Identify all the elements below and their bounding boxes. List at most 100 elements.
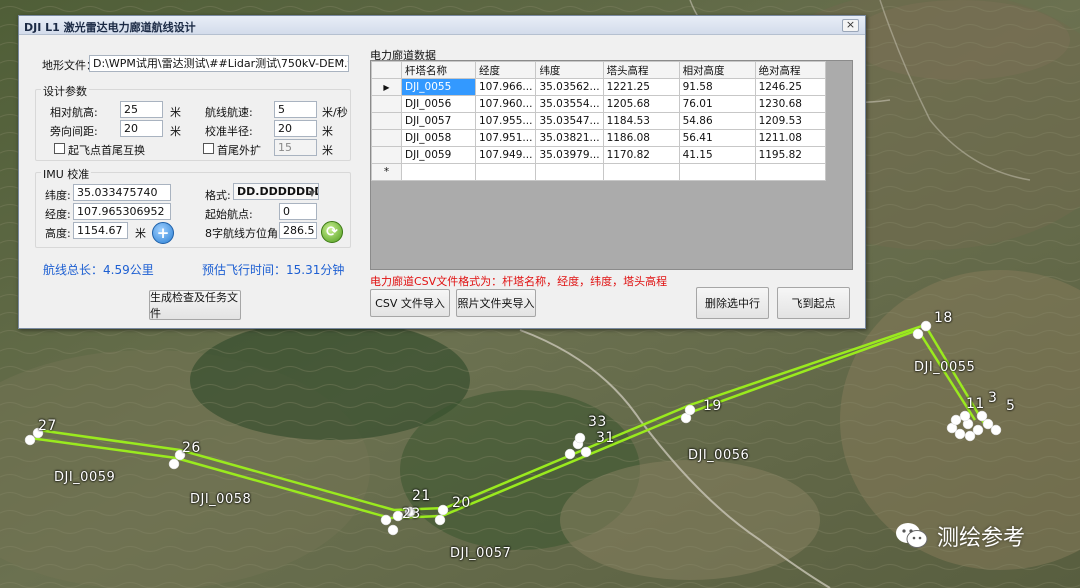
close-button[interactable]: × — [842, 19, 859, 32]
swap-label: 起飞点首尾互换 — [68, 144, 145, 157]
delete-row-button[interactable]: 删除选中行 — [696, 287, 769, 319]
row-header — [371, 95, 402, 113]
table-cell[interactable]: 107.955... — [474, 112, 537, 130]
side-spacing-input[interactable]: 20 — [120, 120, 163, 137]
csv-import-button[interactable]: CSV 文件导入 — [370, 289, 450, 317]
lon-label: 经度: — [45, 208, 71, 221]
lat-label: 纬度: — [45, 189, 71, 202]
waypoint-number: 26 — [182, 440, 201, 456]
calib-radius-input[interactable]: 20 — [274, 120, 317, 137]
table-cell[interactable]: 35.03821... — [535, 129, 604, 147]
extend-checkbox[interactable] — [203, 143, 214, 154]
table-cell[interactable]: 76.01 — [678, 95, 756, 113]
side-spacing-label: 旁向间距: — [50, 125, 98, 138]
rel-height-unit: 米 — [170, 106, 181, 119]
table-cell[interactable]: 107.951... — [474, 129, 537, 147]
table-cell[interactable]: 1211.08 — [754, 129, 826, 147]
table-cell[interactable]: 91.58 — [678, 78, 756, 96]
tower-label: DJI_0055 — [914, 360, 976, 375]
side-spacing-unit: 米 — [170, 125, 181, 138]
column-header[interactable]: 塔头高程 — [602, 61, 680, 79]
extend-unit: 米 — [322, 144, 333, 157]
add-point-icon[interactable]: + — [152, 222, 174, 244]
rel-height-label: 相对航高: — [50, 106, 98, 119]
table-cell[interactable] — [401, 163, 476, 181]
table-cell[interactable]: 56.41 — [678, 129, 756, 147]
table-cell[interactable]: 54.86 — [678, 112, 756, 130]
lat-input[interactable]: 35.033475740 — [73, 184, 171, 201]
table-cell[interactable]: 1246.25 — [754, 78, 826, 96]
window-title: DJI L1 激光雷达电力廊道航线设计 — [24, 21, 196, 34]
speed-input[interactable]: 5 — [274, 101, 317, 118]
table-row[interactable]: ▶ DJI_0055 107.966... 35.03562... 1221.2… — [371, 78, 826, 96]
table-cell[interactable]: 1184.53 — [602, 112, 680, 130]
table-row[interactable]: DJI_0056 107.960... 35.03554... 1205.68 … — [371, 95, 826, 113]
speed-label: 航线航速: — [205, 106, 253, 119]
table-cell[interactable]: DJI_0055 — [401, 78, 476, 96]
column-header[interactable]: 相对高度 — [678, 61, 756, 79]
column-header[interactable]: 绝对高程 — [754, 61, 826, 79]
corridor-table[interactable]: 杆塔名称 经度 纬度 塔头高程 相对高度 绝对高程 ▶ DJI_0055 107… — [370, 60, 853, 270]
browse-button[interactable]: ··· — [336, 57, 345, 67]
table-cell[interactable]: DJI_0059 — [401, 146, 476, 164]
azimuth-input[interactable]: 286.5 — [279, 222, 317, 239]
table-cell[interactable] — [474, 163, 537, 181]
generate-button[interactable]: 生成检查及任务文件 — [149, 290, 241, 320]
extend-input[interactable]: 15 — [274, 139, 317, 156]
table-row[interactable]: DJI_0058 107.951... 35.03821... 1186.08 … — [371, 129, 826, 147]
table-cell[interactable]: 1209.53 — [754, 112, 826, 130]
row-header — [371, 112, 402, 130]
title-bar[interactable]: DJI L1 激光雷达电力廊道航线设计 × — [19, 16, 865, 35]
column-header[interactable]: 纬度 — [535, 61, 604, 79]
table-cell[interactable]: 1186.08 — [602, 129, 680, 147]
table-new-row[interactable]: * — [371, 163, 826, 181]
table-cell[interactable]: DJI_0058 — [401, 129, 476, 147]
table-cell[interactable]: 107.960... — [474, 95, 537, 113]
terrain-file-field[interactable]: D:\WPM试用\雷达测试\##Lidar测试\750kV-DEM.tif — [89, 55, 349, 72]
table-cell[interactable] — [678, 163, 756, 181]
start-label: 起始航点: — [205, 208, 253, 221]
table-cell[interactable] — [602, 163, 680, 181]
fly-to-start-button[interactable]: 飞到起点 — [777, 287, 850, 319]
rel-height-input[interactable]: 25 — [120, 101, 163, 118]
photo-import-button[interactable]: 照片文件夹导入 — [456, 289, 536, 317]
table-cell[interactable]: DJI_0056 — [401, 95, 476, 113]
waypoint-number: 18 — [934, 310, 953, 326]
table-cell[interactable]: 35.03979... — [535, 146, 604, 164]
table-cell[interactable]: 107.949... — [474, 146, 537, 164]
waypoint-number: 21 — [412, 488, 431, 504]
table-cell[interactable]: 35.03547... — [535, 112, 604, 130]
table-cell[interactable]: 41.15 — [678, 146, 756, 164]
format-label: 格式: — [205, 189, 231, 202]
refresh-icon[interactable]: ⟳ — [321, 221, 343, 243]
table-cell[interactable]: 1230.68 — [754, 95, 826, 113]
route-design-dialog: DJI L1 激光雷达电力廊道航线设计 × 地形文件： D:\WPM试用\雷达测… — [18, 15, 866, 329]
table-cell[interactable]: 35.03562... — [535, 78, 604, 96]
tower-label: DJI_0058 — [190, 492, 252, 507]
table-cell[interactable] — [754, 163, 826, 181]
table-row[interactable]: DJI_0057 107.955... 35.03547... 1184.53 … — [371, 112, 826, 130]
table-cell[interactable]: DJI_0057 — [401, 112, 476, 130]
column-header[interactable]: 杆塔名称 — [401, 61, 476, 79]
tower-label: DJI_0056 — [688, 448, 750, 463]
table-cell[interactable]: 1170.82 — [602, 146, 680, 164]
table-cell[interactable]: 1221.25 — [602, 78, 680, 96]
table-cell[interactable]: 1195.82 — [754, 146, 826, 164]
table-row[interactable]: DJI_0059 107.949... 35.03979... 1170.82 … — [371, 146, 826, 164]
lon-input[interactable]: 107.965306952 — [73, 203, 171, 220]
tower-label: DJI_0059 — [54, 470, 116, 485]
table-cell[interactable] — [535, 163, 604, 181]
csv-format-hint: 电力廊道CSV文件格式为：杆塔名称，经度，纬度，塔头高程 — [370, 275, 668, 288]
row-header — [371, 129, 402, 147]
format-select[interactable]: DD.DDDDDDDDD ▼ — [233, 183, 319, 200]
swap-checkbox[interactable] — [54, 143, 65, 154]
alt-input[interactable]: 1154.67 — [73, 222, 128, 239]
table-cell[interactable]: 1205.68 — [602, 95, 680, 113]
start-input[interactable]: 0 — [279, 203, 317, 220]
waypoint-number: 27 — [38, 418, 57, 434]
column-header[interactable]: 经度 — [474, 61, 537, 79]
table-cell[interactable]: 107.966... — [474, 78, 537, 96]
format-value: DD.DDDDDDDDD — [237, 185, 318, 198]
calib-radius-unit: 米 — [322, 125, 333, 138]
table-cell[interactable]: 35.03554... — [535, 95, 604, 113]
